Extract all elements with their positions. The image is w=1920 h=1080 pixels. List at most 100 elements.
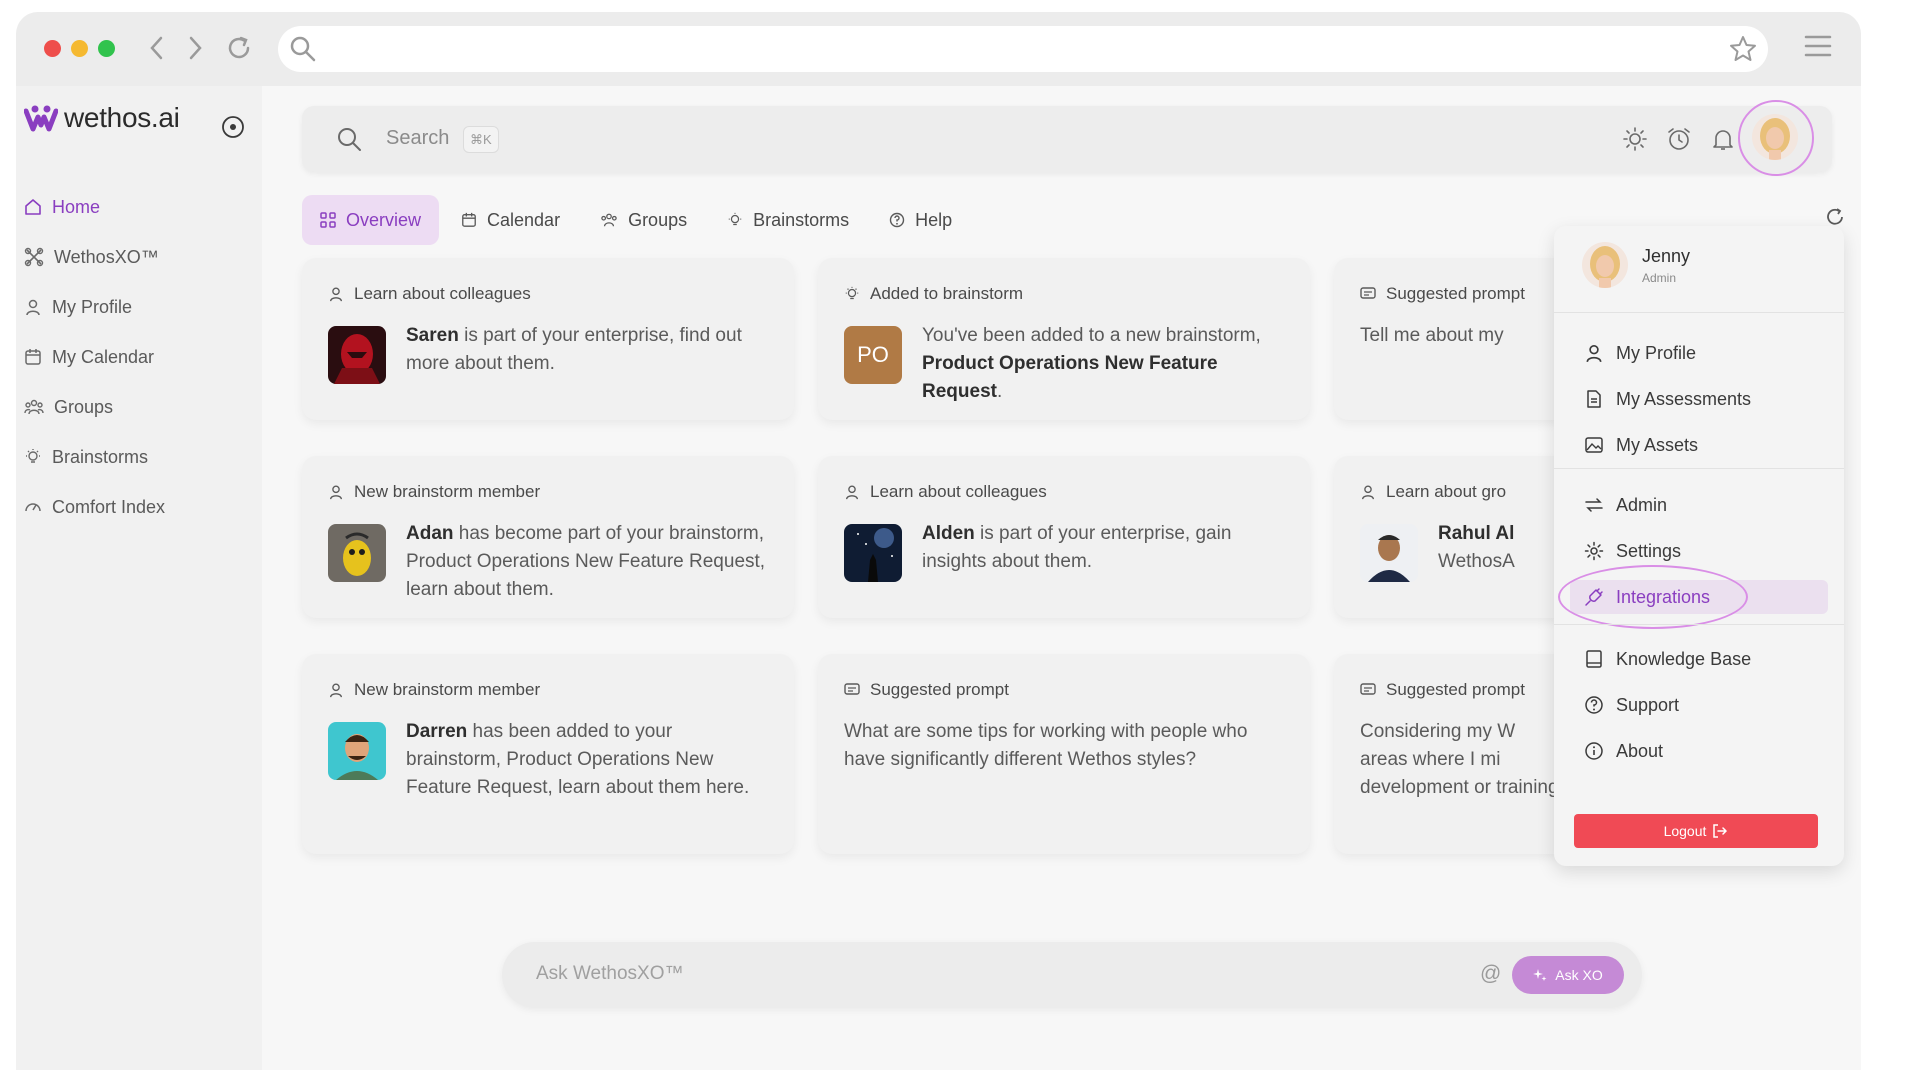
brainstorm-name[interactable]: Product Operations New Feature Request [922, 353, 1218, 402]
card-text: You've been added to a new brainstorm, P… [922, 322, 1282, 406]
reload-icon[interactable] [222, 30, 256, 66]
address-bar[interactable] [278, 26, 1768, 72]
logout-button[interactable]: Logout [1574, 814, 1818, 848]
card-header-label: Suggested prompt [1386, 680, 1525, 699]
close-window-button[interactable] [44, 40, 61, 57]
browser-window: wethos.ai Home WethosXO™ My Profile My C… [16, 12, 1861, 1070]
ask-xo-label: Ask XO [1555, 967, 1603, 983]
card-header: Suggested prompt [1360, 680, 1525, 700]
colleague-name[interactable]: Alden [922, 523, 975, 544]
tab-label: Brainstorms [753, 209, 850, 230]
sidebar-item-comfort-index[interactable]: Comfort Index [24, 490, 165, 524]
mention-icon[interactable]: @ [1480, 962, 1501, 986]
feed-card[interactable]: Suggested prompt What are some tips for … [818, 654, 1310, 854]
menu-item-my-assets[interactable]: My Assets [1584, 428, 1698, 462]
tab-brainstorms[interactable]: Brainstorms [709, 195, 867, 245]
bookmark-star-icon[interactable] [1728, 34, 1758, 69]
sidebar-collapse-icon[interactable] [221, 115, 245, 144]
tab-overview[interactable]: Overview [302, 195, 440, 245]
minimize-window-button[interactable] [71, 40, 88, 57]
card-header-label: Suggested prompt [870, 680, 1009, 699]
avatar [1360, 524, 1418, 582]
wethos-logo-icon [24, 105, 58, 132]
member-name[interactable]: Adan [406, 523, 454, 544]
menu-item-label: Knowledge Base [1616, 648, 1752, 669]
card-header-label: Learn about colleagues [870, 482, 1047, 501]
sidebar-item-wethosxo[interactable]: WethosXO™ [24, 240, 159, 274]
menu-item-settings[interactable]: Settings [1584, 534, 1681, 568]
tab-bar: Overview Calendar Groups Brainstorms Hel… [302, 195, 970, 245]
card-text: What are some tips for working with peop… [844, 721, 1248, 770]
sidebar-item-label: Home [52, 196, 101, 217]
sidebar-item-label: WethosXO™ [54, 246, 159, 267]
image-icon [1585, 437, 1603, 453]
member-name[interactable]: Darren [406, 721, 467, 742]
tab-help[interactable]: Help [871, 195, 970, 245]
tab-calendar[interactable]: Calendar [443, 195, 578, 245]
alarm-clock-icon[interactable] [1666, 126, 1692, 157]
tab-label: Groups [628, 209, 688, 230]
menu-item-admin[interactable]: Admin [1584, 488, 1667, 522]
user-menu-header: Jenny Admin [1582, 242, 1690, 288]
user-icon [330, 485, 342, 500]
document-icon [1587, 390, 1601, 408]
logout-icon [1713, 824, 1728, 838]
card-body-line: Considering my W [1360, 721, 1516, 742]
bulb-icon [728, 212, 742, 226]
sidebar-item-my-calendar[interactable]: My Calendar [24, 340, 154, 374]
menu-item-about[interactable]: About [1584, 734, 1663, 768]
gauge-icon [25, 503, 41, 512]
menu-item-knowledge-base[interactable]: Knowledge Base [1584, 642, 1751, 676]
user-icon [846, 485, 858, 500]
card-text: Alden is part of your enterprise, gain i… [922, 520, 1282, 576]
card-text: Adan has become part of your brainstorm,… [406, 520, 766, 604]
sidebar-item-label: Groups [54, 396, 114, 417]
menu-item-my-assessments[interactable]: My Assessments [1584, 382, 1751, 416]
sidebar-item-my-profile[interactable]: My Profile [24, 290, 132, 324]
user-icon [26, 299, 40, 316]
feed-card[interactable]: Learn about colleagues Saren is part of … [302, 258, 794, 420]
hamburger-menu-icon[interactable] [1803, 32, 1833, 65]
help-icon [889, 212, 905, 228]
card-body: WethosA [1438, 551, 1515, 572]
sidebar-item-home[interactable]: Home [24, 190, 100, 224]
sidebar-item-label: My Profile [52, 296, 133, 317]
card-header-label: New brainstorm member [354, 482, 541, 501]
chat-icon [1360, 287, 1376, 299]
groups-icon [24, 399, 44, 415]
sidebar-item-brainstorms[interactable]: Brainstorms [24, 440, 148, 474]
ask-xo-button[interactable]: Ask XO [1512, 956, 1624, 994]
xo-icon [24, 247, 44, 267]
ask-wethosxo-bar[interactable]: Ask WethosXO™ @ Ask XO [502, 942, 1642, 1008]
feed-card[interactable]: New brainstorm member Adan has become pa… [302, 456, 794, 618]
maximize-window-button[interactable] [98, 40, 115, 57]
sidebar-item-label: Brainstorms [52, 446, 149, 467]
card-header-label: Suggested prompt [1386, 284, 1525, 303]
feed-card[interactable]: Added to brainstorm PO You've been added… [818, 258, 1310, 420]
theme-toggle-icon[interactable] [1622, 126, 1648, 157]
tab-groups[interactable]: Groups [582, 195, 705, 245]
feed-card[interactable]: New brainstorm member Darren has been ad… [302, 654, 794, 854]
integrations-highlight-ring [1558, 565, 1748, 629]
menu-item-my-profile[interactable]: My Profile [1584, 336, 1696, 370]
forward-icon[interactable] [178, 30, 212, 66]
feed-card[interactable]: Learn about colleagues Alden is part of … [818, 456, 1310, 618]
menu-item-support[interactable]: Support [1584, 688, 1679, 722]
sidebar-item-groups[interactable]: Groups [24, 390, 113, 424]
global-search-bar[interactable]: Search ⌘K [302, 100, 1832, 176]
colleague-name[interactable]: Saren [406, 325, 459, 346]
menu-item-label: Support [1616, 694, 1680, 715]
brainstorm-badge: PO [844, 326, 902, 384]
card-body: You've been added to a new brainstorm, [922, 325, 1261, 346]
colleague-name[interactable]: Rahul Al [1438, 523, 1514, 544]
bulb-icon [26, 449, 40, 463]
card-header-label: New brainstorm member [354, 680, 541, 699]
card-body-line: development or training? [1360, 777, 1570, 798]
logo[interactable]: wethos.ai [24, 102, 180, 134]
card-body: has become part of your brainstorm, Prod… [406, 523, 766, 600]
back-icon[interactable] [140, 30, 174, 66]
card-body-end: . [996, 381, 1003, 402]
notification-bell-icon[interactable] [1710, 126, 1736, 157]
gear-icon [1584, 541, 1604, 561]
card-header: New brainstorm member [328, 482, 540, 502]
